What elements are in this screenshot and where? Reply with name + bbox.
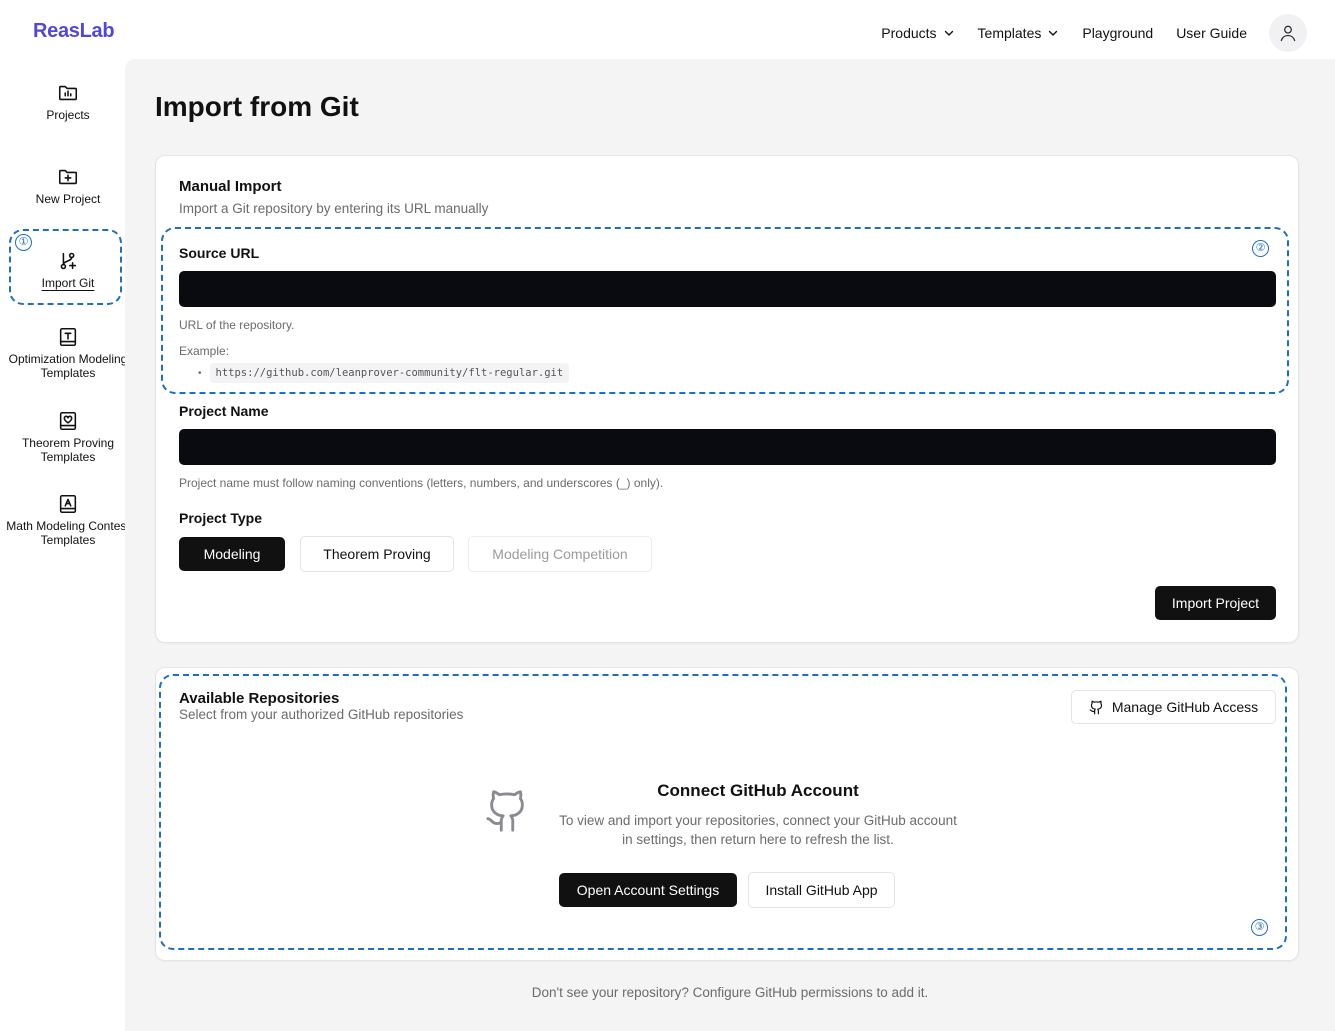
type-theorem-proving-button[interactable]: Theorem Proving bbox=[300, 536, 454, 572]
github-icon bbox=[1089, 700, 1102, 714]
source-url-label: Source URL bbox=[179, 245, 260, 261]
repositories-subtitle: Select from your authorized GitHub repos… bbox=[179, 707, 464, 722]
example-label: Example: bbox=[179, 344, 230, 358]
manual-import-subtitle: Import a Git repository by entering its … bbox=[179, 201, 489, 216]
main-content: Import from Git Manual Import Import a G… bbox=[125, 59, 1335, 1031]
connect-github-title: Connect GitHub Account bbox=[657, 781, 859, 800]
sidebar-item-import-git[interactable]: Import Git bbox=[0, 250, 136, 290]
folder-chart-icon bbox=[58, 85, 78, 101]
annotation-marker-2: ② bbox=[1252, 240, 1269, 257]
nav-playground[interactable]: Playground bbox=[1082, 25, 1153, 41]
sidebar-item-optimization-templates[interactable]: Optimization Modeling Templates bbox=[0, 326, 136, 380]
nav-playground-label: Playground bbox=[1082, 25, 1154, 41]
project-name-help: Project name must follow naming conventi… bbox=[179, 476, 664, 490]
example-list: • https://github.com/leanprover-communit… bbox=[198, 363, 570, 383]
annotation-marker-3: ③ bbox=[1251, 919, 1268, 936]
chevron-down-icon bbox=[944, 30, 953, 36]
nav-templates-label: Templates bbox=[977, 25, 1042, 41]
sidebar-item-label: Math Modeling Contest Templates bbox=[6, 519, 130, 547]
type-modeling-button[interactable]: Modeling bbox=[179, 537, 285, 571]
user-avatar-button[interactable] bbox=[1269, 14, 1307, 52]
nav-templates[interactable]: Templates bbox=[978, 25, 1060, 41]
book-text-icon bbox=[59, 327, 77, 347]
project-name-label: Project Name bbox=[179, 403, 269, 419]
connect-github-line2: in settings, then return here to refresh… bbox=[622, 832, 894, 847]
book-a-icon bbox=[59, 494, 77, 514]
page-title: Import from Git bbox=[155, 91, 359, 122]
sidebar-item-contest-templates[interactable]: Math Modeling Contest Templates bbox=[0, 493, 136, 547]
folder-plus-icon bbox=[58, 169, 78, 185]
git-branch-plus-icon bbox=[60, 252, 77, 270]
available-repositories-card: Available Repositories Select from your … bbox=[155, 667, 1299, 961]
sidebar-item-label: Projects bbox=[46, 108, 90, 122]
sidebar-item-new-project[interactable]: New Project bbox=[0, 166, 136, 206]
example-url: https://github.com/leanprover-community/… bbox=[209, 363, 570, 383]
project-type-label: Project Type bbox=[179, 510, 262, 526]
chevron-down-icon bbox=[1049, 30, 1058, 36]
sidebar-item-projects[interactable]: Projects bbox=[0, 82, 136, 122]
connect-github-line1: To view and import your repositories, co… bbox=[559, 813, 957, 828]
nav-products-label: Products bbox=[881, 25, 937, 41]
book-heart-icon bbox=[59, 411, 77, 431]
project-name-input[interactable] bbox=[179, 429, 1276, 465]
manage-github-access-label: Manage GitHub Access bbox=[1111, 699, 1259, 715]
install-github-app-button[interactable]: Install GitHub App bbox=[748, 872, 895, 908]
manage-github-access-button[interactable]: Manage GitHub Access bbox=[1071, 690, 1276, 724]
nav-products[interactable]: Products bbox=[881, 25, 954, 41]
manual-import-title: Manual Import bbox=[179, 178, 282, 195]
sidebar-item-label: Import Git bbox=[41, 276, 95, 290]
source-url-input[interactable] bbox=[179, 271, 1276, 307]
open-account-settings-button[interactable]: Open Account Settings bbox=[559, 873, 737, 907]
annotation-marker-1: ① bbox=[15, 234, 32, 251]
sidebar-item-theorem-templates[interactable]: Theorem Proving Templates bbox=[0, 410, 136, 464]
top-navigation: Products Templates Playground User Guide bbox=[858, 14, 1307, 52]
app-logo[interactable]: ReasLab bbox=[33, 20, 115, 43]
nav-user-guide-label: User Guide bbox=[1176, 25, 1247, 41]
nav-user-guide[interactable]: User Guide bbox=[1176, 25, 1247, 41]
repositories-title: Available Repositories bbox=[179, 690, 340, 707]
import-project-button[interactable]: Import Project bbox=[1155, 586, 1276, 620]
example-bullet: • bbox=[198, 367, 202, 379]
source-url-help: URL of the repository. bbox=[179, 318, 295, 332]
user-icon bbox=[1280, 25, 1296, 42]
footer-note: Don't see your repository? Configure Git… bbox=[531, 985, 929, 1000]
sidebar-item-label: Theorem Proving Templates bbox=[21, 436, 115, 464]
manual-import-card: Manual Import Import a Git repository by… bbox=[155, 155, 1299, 643]
sidebar-item-label: New Project bbox=[35, 192, 101, 206]
type-modeling-competition-button[interactable]: Modeling Competition bbox=[468, 536, 652, 572]
sidebar-item-label: Optimization Modeling Templates bbox=[8, 352, 128, 380]
